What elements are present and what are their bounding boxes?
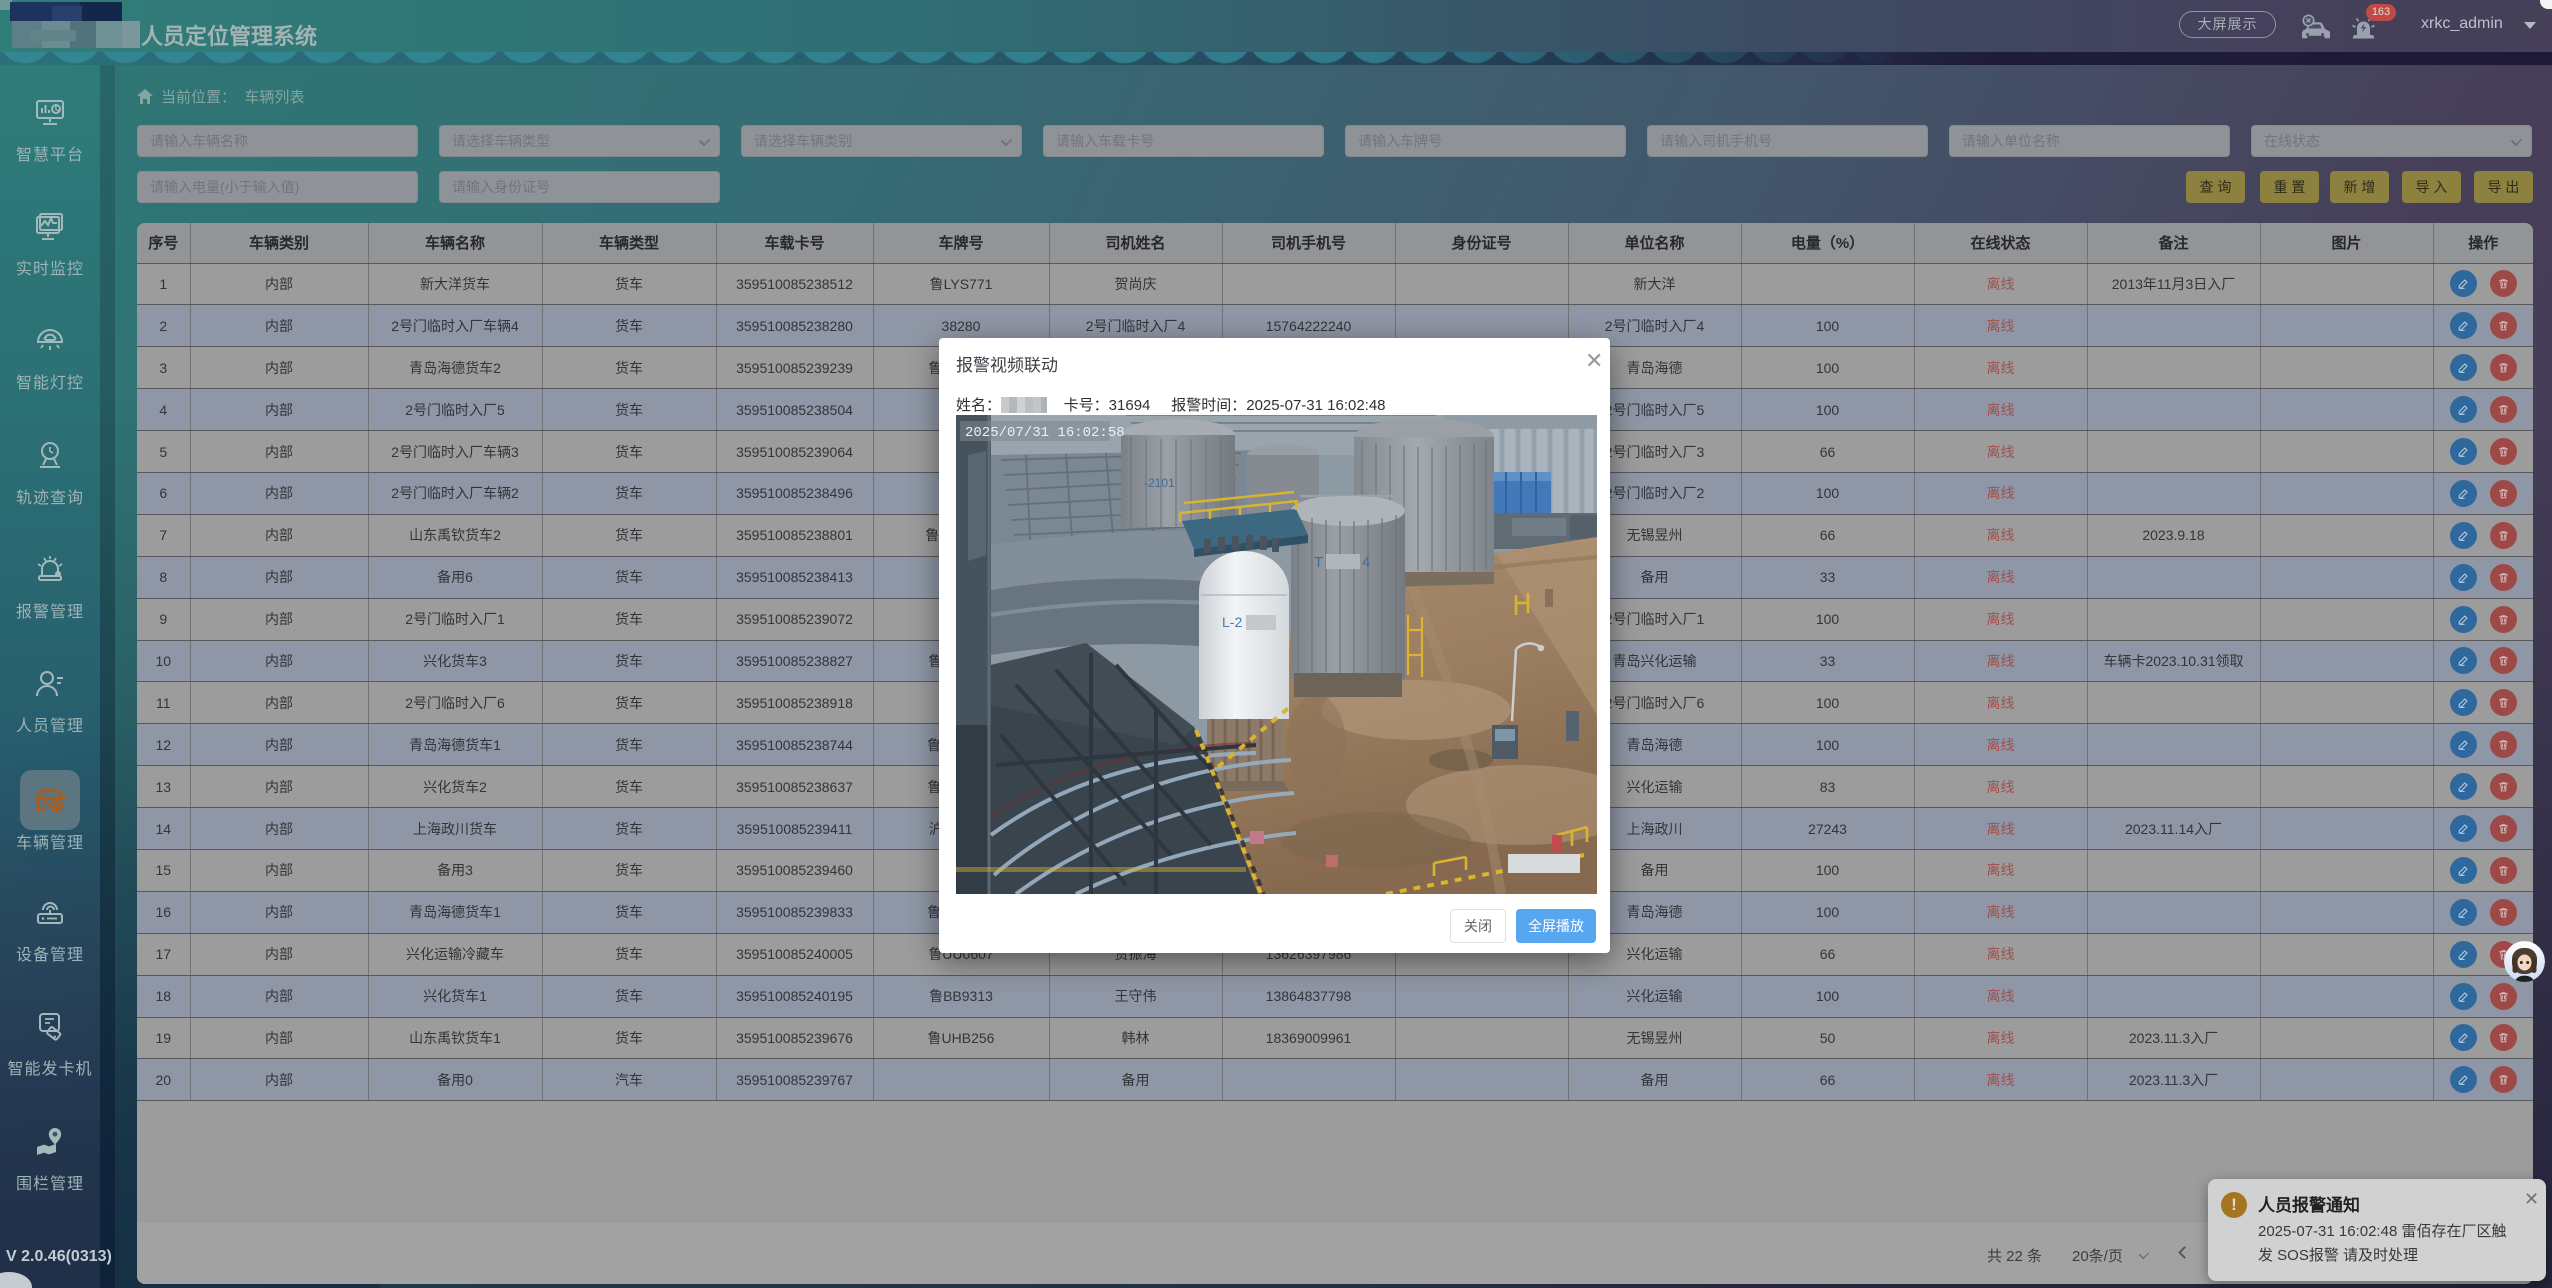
svg-text:4: 4 [1362,554,1370,571]
svg-text:L-2: L-2 [1222,614,1242,630]
svg-text:-2101: -2101 [1144,476,1175,490]
svg-text:T: T [1314,554,1323,571]
svg-text:2025/07/31 16:02:58: 2025/07/31 16:02:58 [965,425,1125,441]
